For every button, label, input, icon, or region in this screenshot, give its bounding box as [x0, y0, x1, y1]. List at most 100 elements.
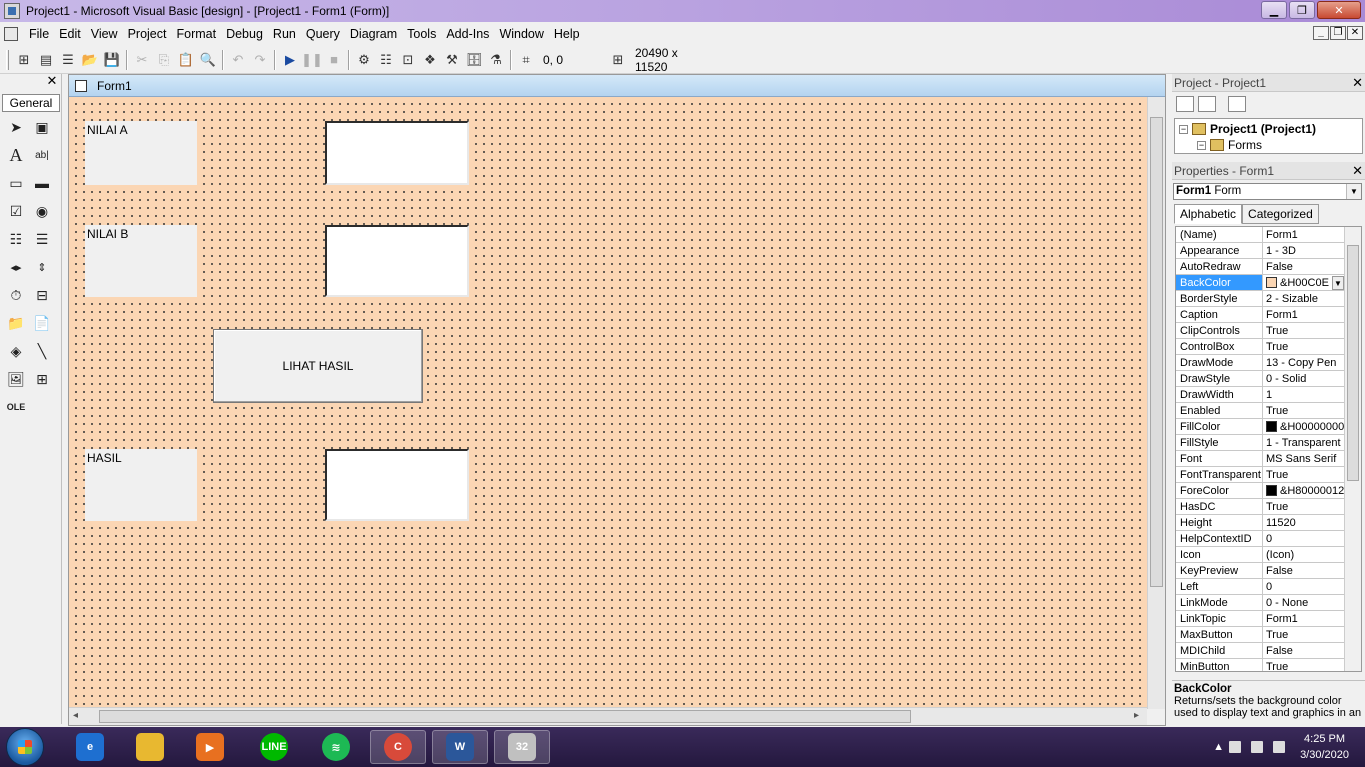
collapse-icon[interactable]: −	[1179, 124, 1188, 134]
property-row[interactable]: HasDC True	[1176, 499, 1344, 515]
property-row[interactable]: LinkTopic Form1	[1176, 611, 1344, 627]
open-project-icon[interactable]: 📂	[79, 49, 101, 71]
taskbar-app-vb6[interactable]: 32	[494, 730, 550, 764]
view-object-icon[interactable]	[1198, 96, 1216, 112]
menu-query[interactable]: Query	[301, 27, 345, 41]
copy-icon[interactable]: ⎘	[153, 49, 175, 71]
commandbutton-tool-icon[interactable]: ▬	[30, 172, 54, 194]
property-row[interactable]: FillStyle 1 - Transparent	[1176, 435, 1344, 451]
frame-tool-icon[interactable]: ▭	[4, 172, 28, 194]
property-value[interactable]: Form1	[1263, 307, 1344, 322]
property-value[interactable]: True	[1263, 323, 1344, 338]
end-icon[interactable]: ■	[323, 49, 345, 71]
property-row[interactable]: BackColor &H00C0E ▼	[1176, 275, 1344, 291]
property-value[interactable]: 13 - Copy Pen	[1263, 355, 1344, 370]
property-row[interactable]: ControlBox True	[1176, 339, 1344, 355]
minimize-button[interactable]: ▁	[1261, 1, 1287, 19]
property-row[interactable]: DrawWidth 1	[1176, 387, 1344, 403]
taskbar-app-line[interactable]: LINE	[246, 730, 302, 764]
property-row[interactable]: FontTransparent True	[1176, 467, 1344, 483]
project-explorer-close-icon[interactable]: ✕	[1352, 75, 1363, 91]
toolbox-icon[interactable]: ⚒	[441, 49, 463, 71]
form-system-icon[interactable]	[4, 27, 18, 41]
image-tool-icon[interactable]: 🖼	[4, 368, 28, 390]
pointer-tool-icon[interactable]: ➤	[4, 116, 28, 138]
vscrollbar-tool-icon[interactable]: ⇕	[30, 256, 54, 278]
property-row[interactable]: DrawMode 13 - Copy Pen	[1176, 355, 1344, 371]
property-value[interactable]: MS Sans Serif	[1263, 451, 1344, 466]
textbox-tool-icon[interactable]: ab|	[30, 144, 54, 166]
vb-app-icon[interactable]	[4, 3, 20, 19]
chevron-down-icon[interactable]: ▼	[1346, 184, 1361, 199]
picturebox-tool-icon[interactable]: ▣	[30, 116, 54, 138]
property-value[interactable]: 0 - None	[1263, 595, 1344, 610]
property-value[interactable]: Form1	[1263, 227, 1344, 242]
menu-edit[interactable]: Edit	[54, 27, 86, 41]
menu-format[interactable]: Format	[171, 27, 221, 41]
properties-scrollbar[interactable]	[1344, 227, 1361, 671]
mdi-restore-button[interactable]: ❐	[1330, 26, 1346, 40]
find-icon[interactable]: 🔍	[197, 49, 219, 71]
action-center-icon[interactable]	[1251, 741, 1264, 753]
menu-run[interactable]: Run	[268, 27, 301, 41]
property-row[interactable]: ForeColor &H80000012	[1176, 483, 1344, 499]
mdi-minimize-button[interactable]: _	[1313, 26, 1329, 40]
checkbox-tool-icon[interactable]: ☑	[4, 200, 28, 222]
scroll-left-icon[interactable]: ◂	[73, 710, 78, 721]
property-value[interactable]: True	[1263, 467, 1344, 482]
timer-tool-icon[interactable]: ⏱	[4, 284, 28, 306]
drivelistbox-tool-icon[interactable]: ⊟	[30, 284, 54, 306]
property-value[interactable]: (Icon)	[1263, 547, 1344, 562]
property-row[interactable]: Appearance 1 - 3D	[1176, 243, 1344, 259]
taskbar-app-word[interactable]: W	[432, 730, 488, 764]
property-value[interactable]: &H80000012	[1263, 483, 1344, 498]
toolbar-grip[interactable]	[6, 49, 9, 70]
menu-help[interactable]: Help	[549, 27, 585, 41]
network-icon[interactable]	[1229, 741, 1242, 753]
property-row[interactable]: (Name) Form1	[1176, 227, 1344, 243]
property-row[interactable]: MinButton True	[1176, 659, 1344, 671]
undo-icon[interactable]: ↶	[227, 49, 249, 71]
tab-categorized[interactable]: Categorized	[1242, 204, 1319, 224]
property-row[interactable]: FillColor &H00000000	[1176, 419, 1344, 435]
toolbox-general-tab[interactable]: General	[2, 94, 60, 112]
data-tool-icon[interactable]: ⊞	[30, 368, 54, 390]
property-value[interactable]: True	[1263, 339, 1344, 354]
volume-icon[interactable]	[1273, 741, 1286, 753]
taskbar-app-explorer[interactable]	[122, 730, 178, 764]
property-value[interactable]: 1	[1263, 387, 1344, 402]
scroll-right-icon[interactable]: ▸	[1134, 710, 1139, 721]
object-selector[interactable]: Form1 Form ▼	[1173, 183, 1362, 200]
property-value[interactable]: True	[1263, 499, 1344, 514]
property-value[interactable]: 0	[1263, 579, 1344, 594]
textbox-hasil[interactable]	[325, 449, 469, 521]
menu-editor-icon[interactable]: ☰	[57, 49, 79, 71]
save-project-icon[interactable]: 💾	[101, 49, 123, 71]
close-button[interactable]: ✕	[1317, 1, 1361, 19]
line-tool-icon[interactable]: ╲	[30, 340, 54, 362]
listbox-tool-icon[interactable]: ☰	[30, 228, 54, 250]
designer-vertical-scrollbar[interactable]	[1147, 97, 1165, 709]
ole-tool-icon[interactable]: OLE	[4, 396, 28, 418]
property-row[interactable]: MaxButton True	[1176, 627, 1344, 643]
show-hidden-icons-icon[interactable]: ▲	[1213, 741, 1224, 753]
hscrollbar-tool-icon[interactable]: ◂▸	[4, 256, 28, 278]
lihat-hasil-button[interactable]: LIHAT HASIL	[213, 329, 423, 403]
form-layout-icon[interactable]: ⊡	[397, 49, 419, 71]
combobox-tool-icon[interactable]: ☷	[4, 228, 28, 250]
property-value[interactable]: False	[1263, 643, 1344, 658]
property-value[interactable]: True	[1263, 403, 1344, 418]
mdi-close-button[interactable]: ✕	[1347, 26, 1363, 40]
property-row[interactable]: DrawStyle 0 - Solid	[1176, 371, 1344, 387]
property-value[interactable]: 11520	[1263, 515, 1344, 530]
textbox-nilai-b[interactable]	[325, 225, 469, 297]
cut-icon[interactable]: ✂	[131, 49, 153, 71]
collapse-icon[interactable]: −	[1197, 140, 1206, 150]
property-value[interactable]: &H00000000	[1263, 419, 1344, 434]
tree-node-forms[interactable]: − Forms	[1197, 138, 1262, 152]
property-row[interactable]: AutoRedraw False	[1176, 259, 1344, 275]
property-row[interactable]: LinkMode 0 - None	[1176, 595, 1344, 611]
menu-view[interactable]: View	[86, 27, 123, 41]
toolbox-close-icon[interactable]: ✕	[45, 74, 59, 88]
menu-debug[interactable]: Debug	[221, 27, 268, 41]
